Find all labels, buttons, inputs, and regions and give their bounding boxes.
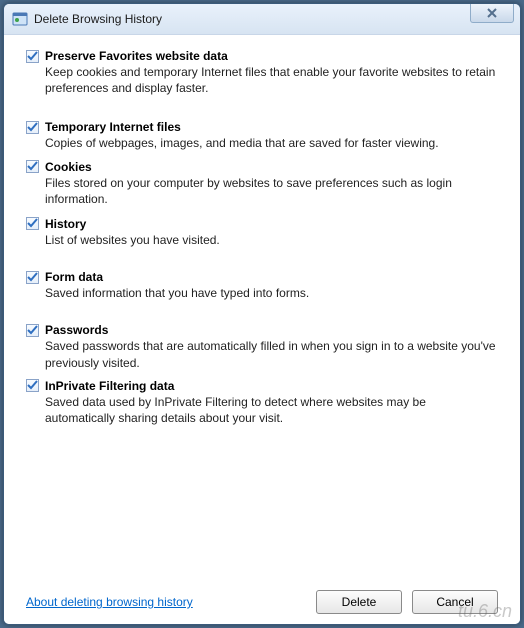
option-label: Form data [45, 270, 103, 284]
option-preserve-favorites: Preserve Favorites website data Keep coo… [26, 49, 498, 96]
dialog-footer: About deleting browsing history Delete C… [26, 590, 498, 614]
checkmark-icon [27, 325, 38, 336]
option-label: Preserve Favorites website data [45, 49, 228, 63]
option-description: Saved information that you have typed in… [45, 285, 498, 301]
option-form-data: Form data Saved information that you hav… [26, 270, 498, 301]
cancel-button[interactable]: Cancel [412, 590, 498, 614]
checkbox-passwords[interactable] [26, 324, 39, 337]
option-description: Keep cookies and temporary Internet file… [45, 64, 498, 96]
option-cookies: Cookies Files stored on your computer by… [26, 160, 498, 207]
app-icon [12, 11, 28, 27]
option-description: Files stored on your computer by website… [45, 175, 498, 207]
checkbox-form-data[interactable] [26, 271, 39, 284]
option-inprivate: InPrivate Filtering data Saved data used… [26, 379, 498, 426]
close-icon [487, 8, 497, 18]
checkbox-inprivate[interactable] [26, 379, 39, 392]
option-label: InPrivate Filtering data [45, 379, 174, 393]
content-spacer [26, 440, 498, 590]
option-temp-files: Temporary Internet files Copies of webpa… [26, 120, 498, 151]
option-description: Saved data used by InPrivate Filtering t… [45, 394, 498, 426]
window-title: Delete Browsing History [34, 12, 162, 26]
delete-button[interactable]: Delete [316, 590, 402, 614]
dialog-content: Preserve Favorites website data Keep coo… [4, 35, 520, 624]
checkbox-preserve-favorites[interactable] [26, 50, 39, 63]
option-label: Cookies [45, 160, 92, 174]
checkmark-icon [27, 161, 38, 172]
option-label: Temporary Internet files [45, 120, 181, 134]
titlebar: Delete Browsing History [4, 4, 520, 35]
checkmark-icon [27, 380, 38, 391]
checkbox-cookies[interactable] [26, 160, 39, 173]
option-description: List of websites you have visited. [45, 232, 498, 248]
option-label: History [45, 217, 86, 231]
dialog-window: Delete Browsing History Preserve Favorit… [3, 3, 521, 625]
option-description: Copies of webpages, images, and media th… [45, 135, 498, 151]
option-label: Passwords [45, 323, 108, 337]
checkbox-history[interactable] [26, 217, 39, 230]
checkmark-icon [27, 272, 38, 283]
option-history: History List of websites you have visite… [26, 217, 498, 248]
help-link[interactable]: About deleting browsing history [26, 595, 193, 609]
close-button[interactable] [470, 4, 514, 23]
checkmark-icon [27, 122, 38, 133]
checkmark-icon [27, 218, 38, 229]
option-description: Saved passwords that are automatically f… [45, 338, 498, 370]
option-passwords: Passwords Saved passwords that are autom… [26, 323, 498, 370]
checkbox-temp-files[interactable] [26, 121, 39, 134]
checkmark-icon [27, 51, 38, 62]
